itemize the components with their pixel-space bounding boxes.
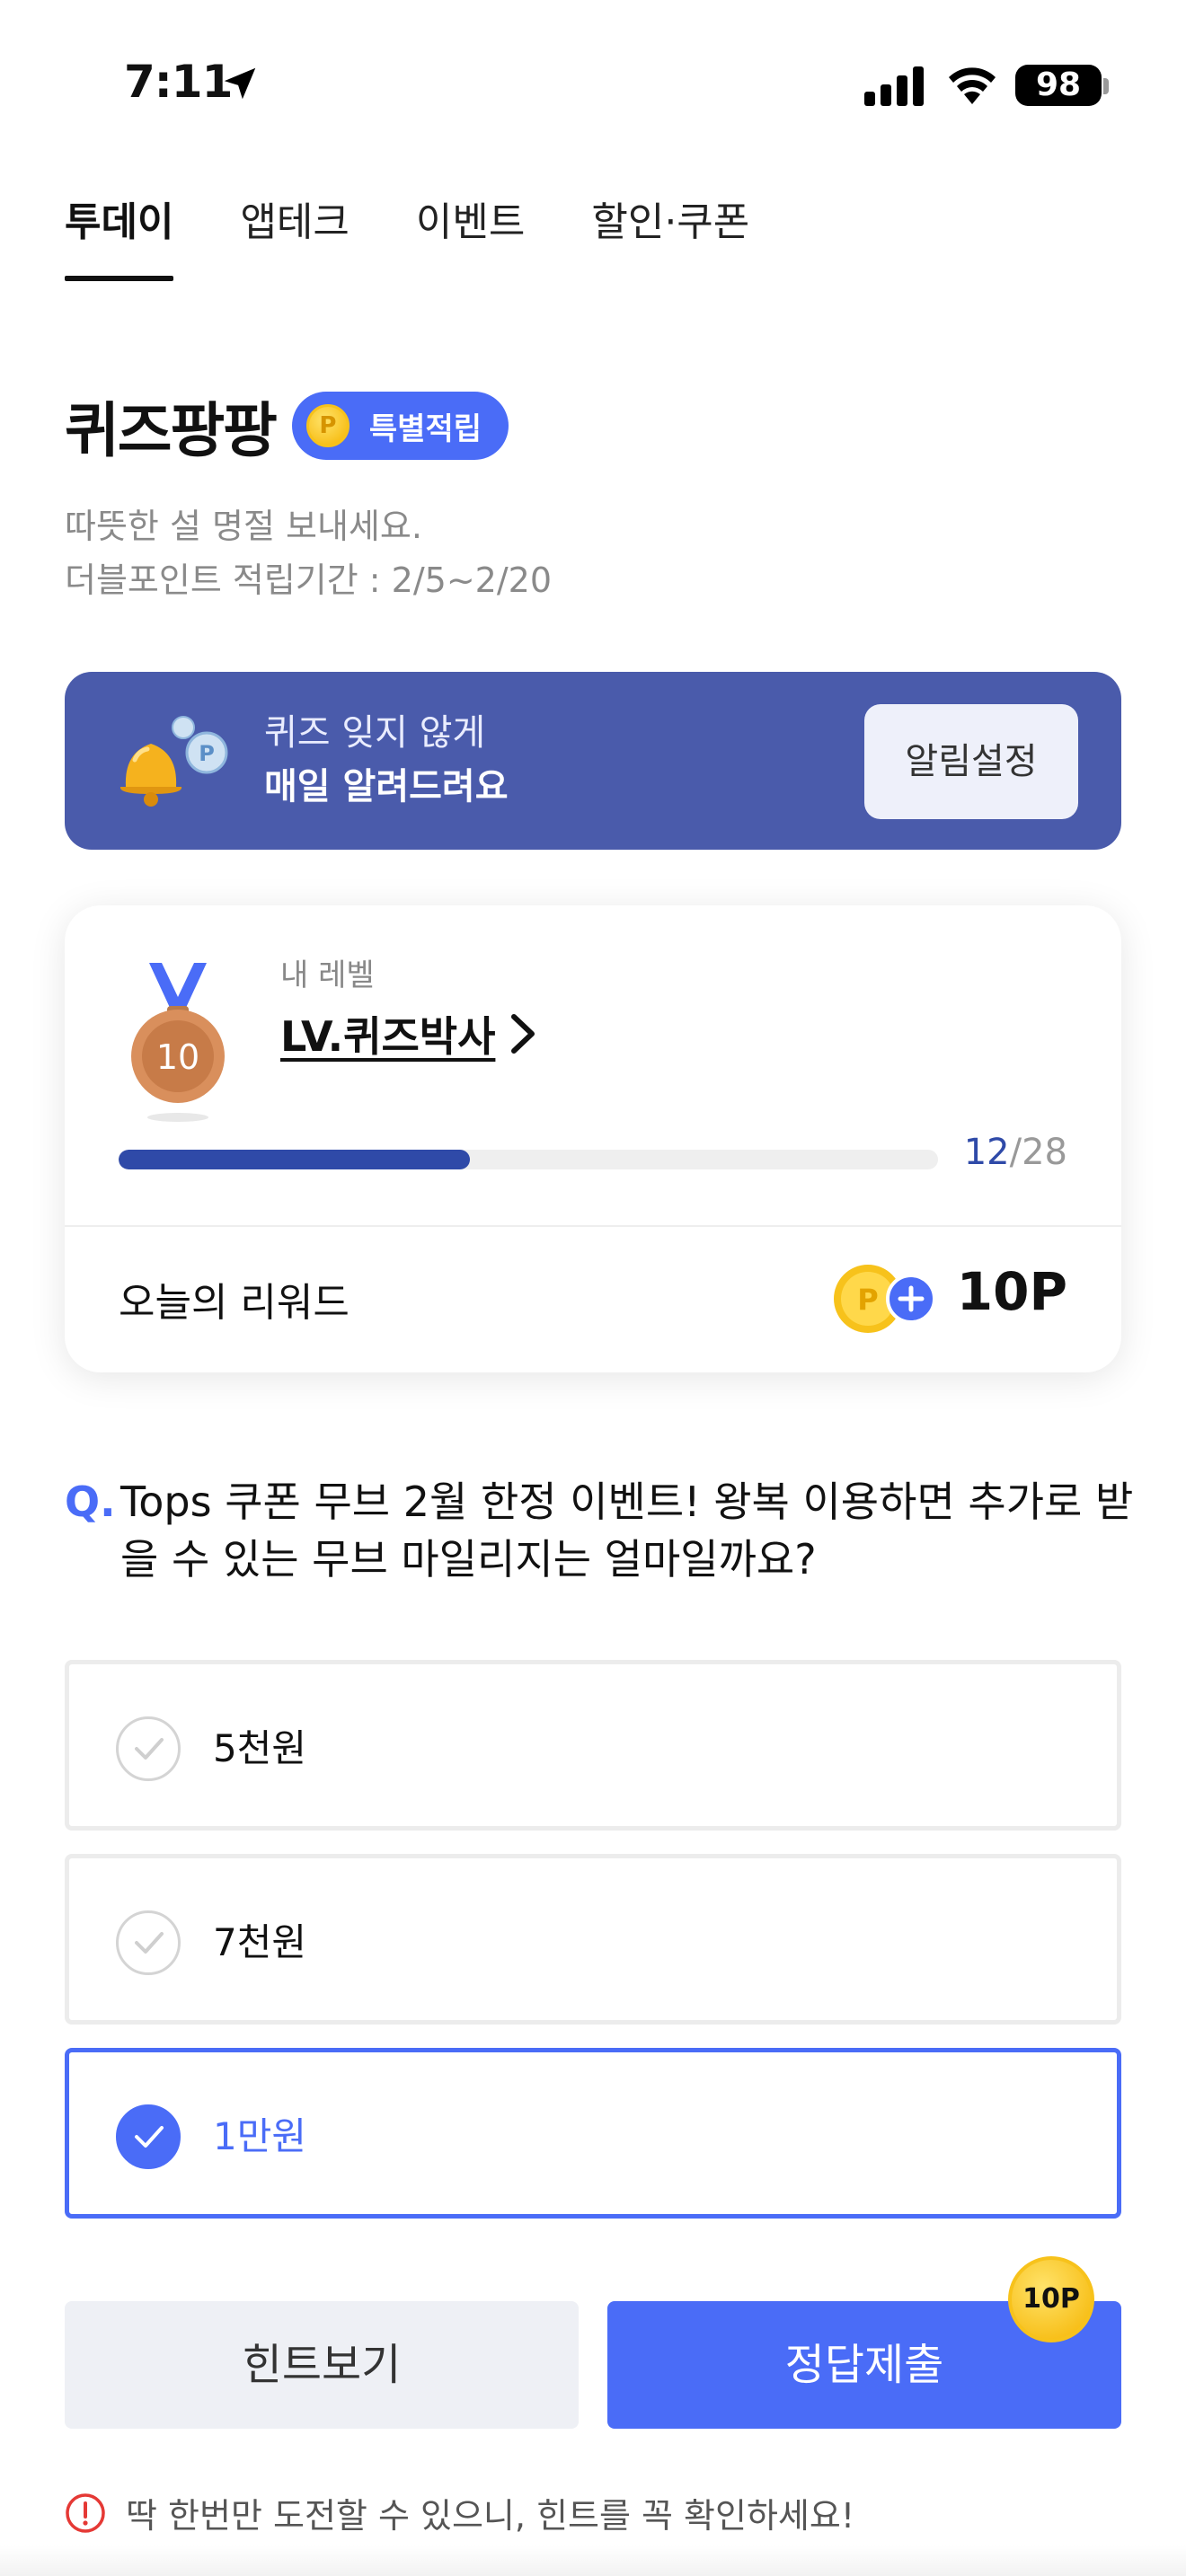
card-divider	[65, 1225, 1121, 1227]
tab-apptech[interactable]: 앱테크	[240, 193, 349, 281]
tab-events[interactable]: 이벤트	[416, 193, 525, 281]
answer-option-3[interactable]: 1만원	[65, 2048, 1121, 2219]
bell-icon: P	[119, 716, 228, 807]
top-tabs: 투데이 앱테크 이벤트 할인·쿠폰	[65, 193, 749, 281]
answer-option-2[interactable]: 7천원	[65, 1854, 1121, 2025]
wifi-icon	[949, 67, 996, 104]
answer-option-label: 7천원	[213, 1920, 307, 1964]
medal-number: 10	[156, 1037, 199, 1077]
notify-line-1: 퀴즈 잊지 않게	[264, 712, 486, 754]
battery-indicator: 98	[1015, 65, 1102, 106]
tab-today[interactable]: 투데이	[65, 193, 174, 281]
battery-tip	[1103, 78, 1109, 94]
question-prefix: Q.	[65, 1478, 116, 1526]
check-circle-selected-icon	[116, 2104, 181, 2169]
progress-current: 12	[963, 1132, 1010, 1173]
point-badge: 10P	[1008, 2256, 1094, 2342]
hint-button[interactable]: 힌트보기	[65, 2301, 579, 2429]
notify-line-2: 매일 알려드려요	[264, 766, 509, 807]
check-circle-icon	[116, 1716, 181, 1781]
coin-plus-icon: P	[834, 1265, 936, 1333]
notification-text: 퀴즈 잊지 않게 매일 알려드려요	[264, 706, 509, 814]
title-row: 퀴즈팡팡 P 특별적립	[65, 383, 509, 469]
question-text: Tops 쿠폰 무브 2월 한정 이벤트! 왕복 이용하면 추가로 받을 수 있…	[120, 1478, 1134, 1584]
notification-settings-button[interactable]: 알림설정	[864, 704, 1078, 819]
quiz-question: Q. Tops 쿠폰 무브 2월 한정 이벤트! 왕복 이용하면 추가로 받을 …	[65, 1473, 1134, 1588]
warning-notice: 딱 한번만 도전할 수 있으니, 힌트를 꼭 확인하세요!	[65, 2488, 854, 2537]
answer-option-label: 1만원	[213, 2114, 307, 2158]
tab-discount-coupon[interactable]: 할인·쿠폰	[591, 193, 749, 281]
level-progress-bar	[119, 1150, 938, 1169]
status-time: 7:11	[124, 56, 233, 108]
svg-text:P: P	[199, 741, 215, 766]
my-level-label: 내 레벨	[280, 957, 375, 993]
answer-option-label: 5천원	[213, 1726, 307, 1770]
warning-text: 딱 한번만 도전할 수 있으니, 힌트를 꼭 확인하세요!	[126, 2496, 855, 2536]
subtitle-line-1: 따뜻한 설 명절 보내세요.	[65, 507, 422, 546]
page-title: 퀴즈팡팡	[65, 396, 278, 465]
notification-banner: P 퀴즈 잊지 않게 매일 알려드려요 알림설정	[65, 672, 1121, 850]
status-bar: 7:11 98	[0, 0, 1186, 162]
medal-icon: 10	[131, 963, 225, 1122]
level-card: 10 내 레벨 LV.퀴즈박사 12/28 오늘의 리워드 P 10P	[65, 905, 1121, 1372]
todays-reward-label: 오늘의 리워드	[119, 1280, 350, 1326]
special-badge-label: 특별적립	[368, 410, 482, 447]
bottom-fade	[0, 2545, 1186, 2576]
alert-circle-icon	[66, 2492, 105, 2533]
point-coin-icon: P	[305, 404, 350, 447]
level-progress-fill	[119, 1150, 470, 1169]
chevron-right-icon[interactable]	[505, 1011, 541, 1056]
cellular-signal-icon	[864, 66, 924, 106]
subtitle: 따뜻한 설 명절 보내세요. 더블포인트 적립기간 : 2/5~2/20	[65, 499, 552, 607]
level-name-link[interactable]: LV.퀴즈박사	[280, 1004, 495, 1063]
special-accrual-badge: P 특별적립	[291, 392, 509, 460]
level-progress-text: 12/28	[964, 1132, 1067, 1173]
subtitle-line-2: 더블포인트 적립기간 : 2/5~2/20	[65, 560, 553, 600]
todays-reward-value: 10P	[956, 1261, 1067, 1322]
location-arrow-icon	[224, 67, 256, 100]
progress-total: /28	[1009, 1132, 1067, 1173]
answer-option-1[interactable]: 5천원	[65, 1660, 1121, 1831]
svg-text:P: P	[857, 1283, 878, 1317]
check-circle-icon	[116, 1910, 181, 1975]
